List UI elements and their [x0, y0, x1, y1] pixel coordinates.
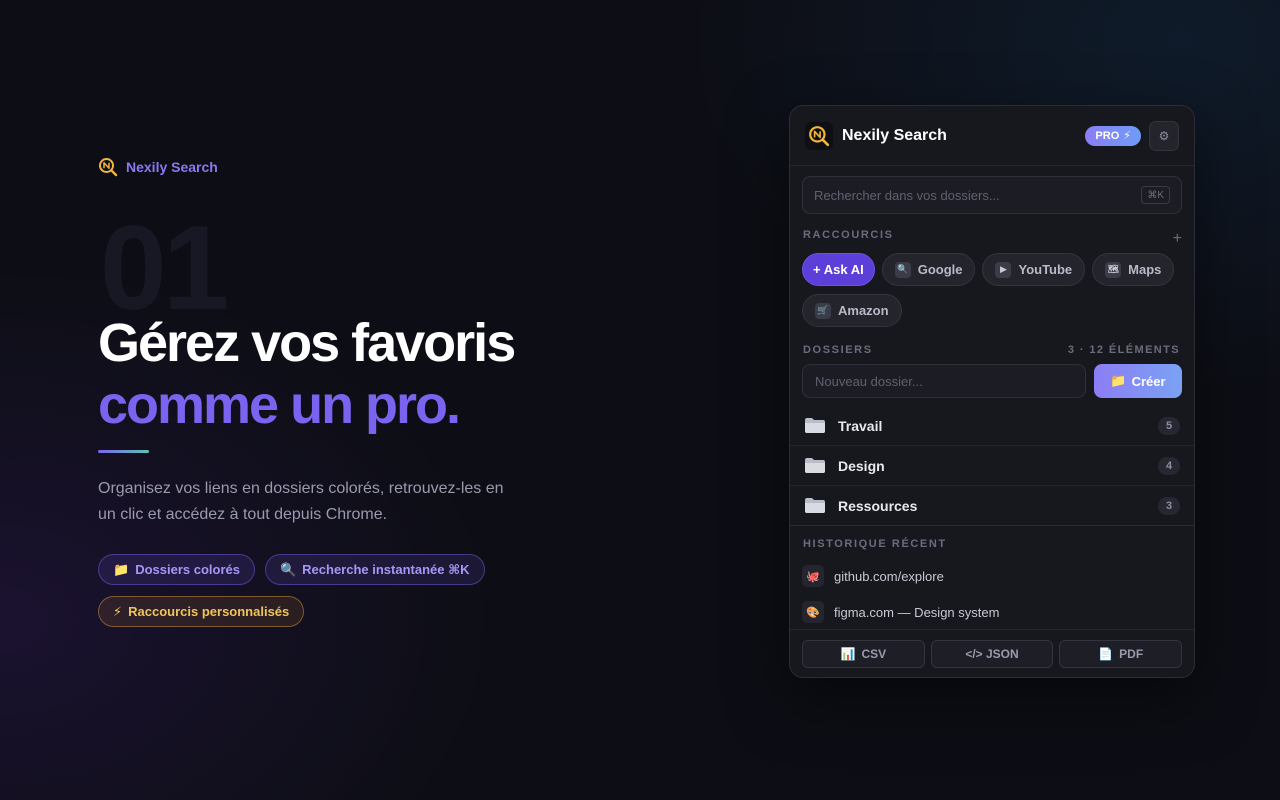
- play-icon: ▶: [995, 261, 1012, 278]
- search-shortcut-hint: ⌘K: [1141, 186, 1170, 204]
- feature-chip-search: 🔍 Recherche instantanée ⌘K: [264, 554, 485, 585]
- lightning-icon: ⚡: [1123, 130, 1131, 142]
- folders-list: Travail 5 Design 4 Ressources 3: [790, 406, 1194, 526]
- shortcut-google[interactable]: 🔍 Google: [881, 253, 976, 286]
- magnifier-icon: 🔍: [894, 261, 911, 278]
- export-bar: 📊 CSV </> JSON 📄 PDF: [790, 629, 1194, 677]
- palette-icon: 🎨: [802, 601, 824, 623]
- popup-title: Nexily Search: [842, 126, 947, 144]
- brand: Nexily Search: [98, 157, 218, 177]
- shortcut-label: YouTube: [1018, 262, 1073, 277]
- headline: Gérez vos favoris comme un pro.: [98, 312, 516, 436]
- folders-count: 3 · 12 ÉLÉMENTS: [1067, 344, 1180, 356]
- octopus-icon: 🐙: [802, 565, 824, 587]
- history-item[interactable]: 🐙 github.com/explore: [790, 558, 1194, 594]
- folder-count-badge: 4: [1158, 456, 1180, 475]
- history-item-label: figma.com — Design system: [834, 604, 1000, 620]
- plus-icon: +: [1172, 230, 1182, 247]
- folder-icon: [804, 417, 826, 434]
- shortcut-label: + Ask AI: [813, 262, 864, 277]
- history-item-label: github.com/explore: [834, 568, 944, 584]
- shortcuts-label: RACCOURCIS: [803, 229, 894, 241]
- folder-row-ressources[interactable]: Ressources 3: [790, 486, 1194, 526]
- create-folder-label: Créer: [1131, 373, 1166, 389]
- shortcut-label: Google: [917, 262, 963, 277]
- shortcut-label: Maps: [1128, 262, 1162, 277]
- lightning-icon: ⚡: [113, 603, 123, 619]
- folder-icon: 📁: [1110, 373, 1127, 388]
- shortcut-ask-ai[interactable]: + Ask AI: [802, 253, 875, 286]
- shortcut-label: Amazon: [838, 303, 889, 318]
- folder-row-travail[interactable]: Travail 5: [790, 406, 1194, 446]
- export-label: PDF: [1119, 646, 1144, 661]
- export-json-button[interactable]: </> JSON: [930, 639, 1054, 668]
- history-list: 🐙 github.com/explore 🎨 figma.com — Desig…: [790, 558, 1194, 630]
- feature-chip-label: Recherche instantanée ⌘K: [302, 561, 470, 577]
- nexily-logo-icon: [805, 121, 833, 150]
- add-shortcut-button[interactable]: +: [1173, 230, 1182, 248]
- feature-chip-shortcuts: ⚡ Raccourcis personnalisés: [98, 596, 305, 627]
- document-icon: 📄: [1098, 646, 1114, 661]
- folder-icon: 📁: [113, 561, 130, 577]
- export-label: </> JSON: [965, 646, 1019, 661]
- pro-badge-label: PRO: [1095, 129, 1120, 142]
- headline-line-1: Gérez vos favoris: [98, 313, 516, 373]
- feature-chip-folders: 📁 Dossiers colorés: [98, 554, 255, 585]
- magnifier-icon: 🔍: [279, 561, 297, 577]
- folder-name: Design: [838, 457, 885, 474]
- feature-chip-label: Raccourcis personnalisés: [128, 604, 290, 619]
- headline-line-2: comme un pro.: [98, 375, 461, 435]
- map-icon: 🗺: [1105, 261, 1122, 278]
- feature-chip-label: Dossiers colorés: [135, 562, 240, 577]
- settings-button[interactable]: ⚙: [1149, 120, 1179, 151]
- new-folder-input[interactable]: [815, 373, 1073, 389]
- folder-name: Ressources: [838, 497, 918, 514]
- feature-chips: 📁 Dossiers colorés 🔍 Recherche instantan…: [98, 554, 518, 627]
- cart-icon: 🛒: [815, 302, 831, 319]
- bar-chart-icon: 📊: [840, 646, 856, 661]
- folder-count-badge: 5: [1158, 416, 1180, 435]
- extension-popup: Nexily Search PRO ⚡ ⚙ ⌘K RACCOURCIS + + …: [789, 105, 1195, 678]
- export-pdf-button[interactable]: 📄 PDF: [1059, 639, 1183, 668]
- history-label: HISTORIQUE RÉCENT: [803, 538, 947, 550]
- search-field[interactable]: ⌘K: [802, 176, 1182, 214]
- nexily-logo-icon: [99, 158, 118, 177]
- step-number: 01: [100, 201, 229, 335]
- history-item[interactable]: 🎨 figma.com — Design system: [790, 594, 1194, 630]
- search-input[interactable]: [814, 187, 1142, 203]
- folder-name: Travail: [838, 417, 883, 434]
- shortcut-maps[interactable]: 🗺 Maps: [1092, 253, 1175, 286]
- folder-icon: [804, 457, 826, 474]
- folder-row-design[interactable]: Design 4: [790, 446, 1194, 486]
- folder-icon: [804, 497, 826, 514]
- brand-name: Nexily Search: [126, 159, 218, 175]
- shortcut-youtube[interactable]: ▶ YouTube: [982, 253, 1086, 286]
- export-csv-button[interactable]: 📊 CSV: [802, 639, 925, 668]
- shortcuts-list: + Ask AI 🔍 Google ▶ YouTube 🗺 Maps 🛒 Ama…: [802, 253, 1182, 327]
- gear-icon: ⚙: [1158, 128, 1170, 143]
- folder-count-badge: 3: [1158, 496, 1180, 515]
- pro-badge[interactable]: PRO ⚡: [1085, 125, 1141, 146]
- export-label: CSV: [861, 646, 887, 661]
- lead-text: Organisez vos liens en dossiers colorés,…: [98, 480, 504, 523]
- shortcut-amazon[interactable]: 🛒 Amazon: [802, 294, 902, 327]
- create-folder-button[interactable]: 📁 Créer: [1094, 364, 1182, 398]
- popup-header: Nexily Search PRO ⚡ ⚙: [790, 106, 1194, 166]
- accent-divider: [98, 450, 149, 453]
- new-folder-field[interactable]: [802, 364, 1086, 398]
- folders-label: DOSSIERS: [803, 344, 873, 356]
